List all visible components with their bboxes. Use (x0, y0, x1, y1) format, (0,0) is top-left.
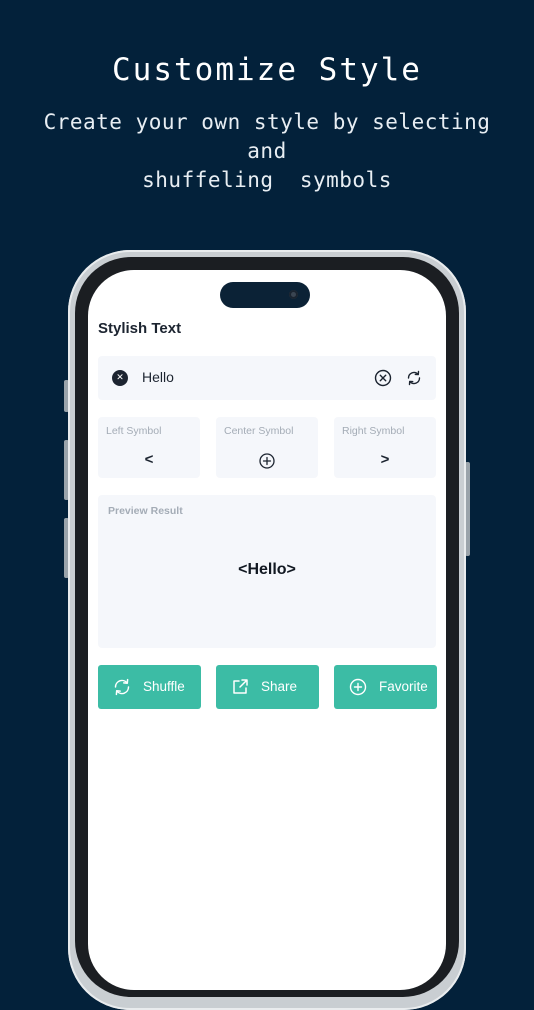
close-circle-outline-icon[interactable] (374, 369, 392, 387)
favorite-button-label: Favorite (379, 679, 428, 694)
add-circle-icon (259, 453, 275, 469)
share-button-label: Share (261, 679, 298, 694)
headline: Customize Style (112, 52, 422, 88)
favorite-button[interactable]: Favorite (334, 665, 437, 709)
add-circle-icon (349, 678, 367, 696)
left-symbol-selector[interactable]: Left Symbol < (98, 417, 200, 478)
preview-label: Preview Result (108, 505, 183, 517)
left-symbol-value: < (144, 451, 154, 468)
refresh-icon[interactable] (405, 369, 423, 387)
subhead-line-2: shuffeling symbols (142, 168, 392, 192)
right-symbol-label: Right Symbol (342, 425, 405, 437)
preview-card: Preview Result <Hello> (98, 495, 436, 648)
text-input[interactable]: Hello (142, 369, 174, 385)
right-symbol-value: > (380, 451, 390, 468)
close-circle-filled-icon[interactable]: ✕ (112, 370, 128, 386)
right-symbol-selector[interactable]: Right Symbol > (334, 417, 436, 478)
share-button[interactable]: Share (216, 665, 319, 709)
shuffle-icon (114, 678, 130, 696)
center-symbol-label: Center Symbol (224, 425, 294, 437)
dynamic-island (220, 282, 310, 308)
subhead-line-1: Create your own style by selecting and (43, 110, 491, 163)
left-symbol-label: Left Symbol (106, 425, 162, 437)
shuffle-button-label: Shuffle (143, 679, 185, 694)
share-icon (233, 679, 248, 694)
phone-screen: Stylish Text ✕ Hello Left Symbol < Cente… (88, 270, 446, 990)
preview-result: <Hello> (238, 561, 296, 578)
text-input-card[interactable]: ✕ Hello (98, 356, 436, 400)
app-title: Stylish Text (98, 320, 182, 337)
camera-icon (289, 290, 298, 299)
center-symbol-selector[interactable]: Center Symbol (216, 417, 318, 478)
subheadline: Create your own style by selecting and s… (20, 108, 514, 195)
shuffle-button[interactable]: Shuffle (98, 665, 201, 709)
